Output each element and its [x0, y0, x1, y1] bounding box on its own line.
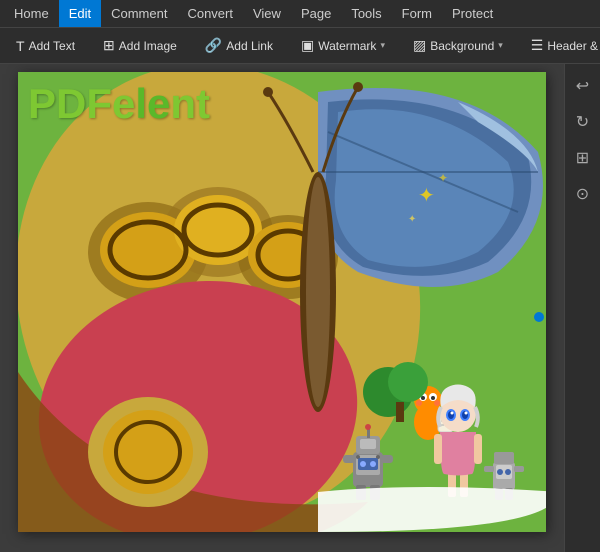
- toolbar: T Add Text ⊞ Add Image 🔗 Add Link ▣ Wate…: [0, 28, 600, 64]
- pdf-page: PDFelent: [18, 72, 546, 532]
- background-icon: ▨: [413, 37, 426, 54]
- add-link-button[interactable]: 🔗 Add Link: [197, 33, 281, 58]
- grid-button[interactable]: ⊞: [569, 144, 597, 172]
- svg-text:✦: ✦: [418, 185, 435, 207]
- menu-page[interactable]: Page: [291, 0, 341, 27]
- main-area: PDFelent: [0, 64, 600, 552]
- undo-button[interactable]: ↩: [569, 72, 597, 100]
- text-icon: T: [16, 38, 25, 54]
- background-button[interactable]: ▨ Background ▾: [405, 33, 511, 58]
- right-toolbar: ↩ ↻ ⊞ ⊙: [564, 64, 600, 552]
- pdf-canvas[interactable]: PDFelent: [0, 64, 564, 552]
- add-text-button[interactable]: T Add Text: [8, 34, 83, 58]
- menu-edit[interactable]: Edit: [59, 0, 101, 27]
- butterfly-illustration: ✦ ✦ ✦: [18, 72, 546, 532]
- menu-view[interactable]: View: [243, 0, 291, 27]
- menu-home[interactable]: Home: [4, 0, 59, 27]
- menu-convert[interactable]: Convert: [177, 0, 243, 27]
- background-chevron-icon: ▾: [498, 40, 503, 51]
- svg-text:✦: ✦: [408, 214, 416, 225]
- add-image-button[interactable]: ⊞ Add Image: [95, 33, 185, 58]
- menu-comment[interactable]: Comment: [101, 0, 177, 27]
- watermark-icon: ▣: [301, 37, 314, 54]
- redo-button[interactable]: ↻: [569, 108, 597, 136]
- menu-bar: Home Edit Comment Convert View Page Tool…: [0, 0, 600, 28]
- header-footer-icon: ☰: [531, 37, 544, 54]
- pdf-title: PDFelent: [28, 80, 210, 128]
- link-icon: 🔗: [205, 37, 222, 54]
- watermark-button[interactable]: ▣ Watermark ▾: [293, 33, 393, 58]
- resize-handle[interactable]: [534, 312, 544, 322]
- menu-protect[interactable]: Protect: [442, 0, 503, 27]
- image-icon: ⊞: [103, 37, 115, 54]
- svg-text:✦: ✦: [438, 171, 448, 185]
- header-footer-button[interactable]: ☰ Header & Footer ▾: [523, 33, 600, 58]
- watermark-chevron-icon: ▾: [380, 40, 385, 51]
- menu-tools[interactable]: Tools: [341, 0, 391, 27]
- target-button[interactable]: ⊙: [569, 180, 597, 208]
- menu-form[interactable]: Form: [392, 0, 442, 27]
